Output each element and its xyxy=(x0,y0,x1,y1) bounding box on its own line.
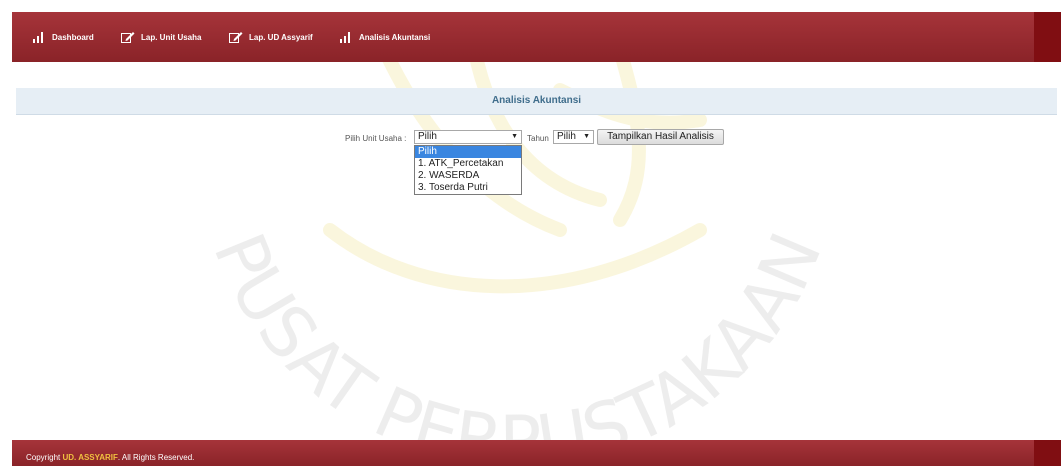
topbar-end-block xyxy=(1034,12,1061,62)
dropdown-option[interactable]: 3. Toserda Putri xyxy=(415,182,521,194)
nav-item-lap-ud-assyarif[interactable]: Lap. UD Assyarif xyxy=(229,12,313,62)
unit-usaha-label: Pilih Unit Usaha : xyxy=(345,134,407,143)
nav-item-lap-unit-usaha[interactable]: Lap. Unit Usaha xyxy=(121,12,201,62)
chevron-down-icon: ▼ xyxy=(511,133,518,140)
copyright-prefix: Copyright xyxy=(26,453,61,462)
unit-usaha-selected-value: Pilih xyxy=(418,131,437,142)
footer: Copyright UD. ASSYARIF. All Rights Reser… xyxy=(12,440,1061,466)
dropdown-option[interactable]: Pilih xyxy=(415,146,521,158)
tahun-label: Tahun xyxy=(527,134,549,143)
top-navigation-bar: Dashboard Lap. Unit Usaha Lap. UD Assyar… xyxy=(12,12,1061,62)
bar-chart-icon xyxy=(340,32,350,43)
footer-brand-link[interactable]: UD. ASSYARIF xyxy=(62,453,117,462)
library-watermark: PUSAT PERPUSTAKAAN xyxy=(197,13,838,466)
nav-item-label: Dashboard xyxy=(52,32,94,42)
bar-chart-icon xyxy=(33,32,43,43)
dropdown-option[interactable]: 1. ATK_Percetakan xyxy=(415,158,521,170)
unit-usaha-dropdown-list: Pilih 1. ATK_Percetakan 2. WASERDA 3. To… xyxy=(414,145,522,195)
edit-icon xyxy=(229,32,243,43)
copyright-text: Copyright UD. ASSYARIF. All Rights Reser… xyxy=(26,440,194,476)
section-header: Analisis Akuntansi xyxy=(16,88,1057,115)
chevron-down-icon: ▼ xyxy=(583,133,590,140)
copyright-suffix: . All Rights Reserved. xyxy=(117,453,195,462)
svg-text:PUSAT PERPUSTAKAAN: PUSAT PERPUSTAKAAN xyxy=(197,221,837,466)
nav-item-label: Analisis Akuntansi xyxy=(359,32,431,42)
page-title: Analisis Akuntansi xyxy=(491,95,582,106)
tahun-select[interactable]: Pilih ▼ xyxy=(553,130,594,144)
watermark-text: PUSAT PERPUSTAKAAN xyxy=(197,221,837,466)
unit-usaha-select[interactable]: Pilih ▼ xyxy=(414,130,522,144)
edit-icon xyxy=(121,32,135,43)
nav-item-dashboard[interactable]: Dashboard xyxy=(32,12,94,62)
show-analysis-button[interactable]: Tampilkan Hasil Analisis xyxy=(597,129,724,145)
nav-item-label: Lap. UD Assyarif xyxy=(249,32,313,42)
dropdown-option[interactable]: 2. WASERDA xyxy=(415,170,521,182)
nav-item-analisis-akuntansi[interactable]: Analisis Akuntansi xyxy=(339,12,430,62)
nav-item-label: Lap. Unit Usaha xyxy=(141,32,202,42)
tahun-selected-value: Pilih xyxy=(557,131,576,142)
footer-end-block xyxy=(1034,440,1061,466)
